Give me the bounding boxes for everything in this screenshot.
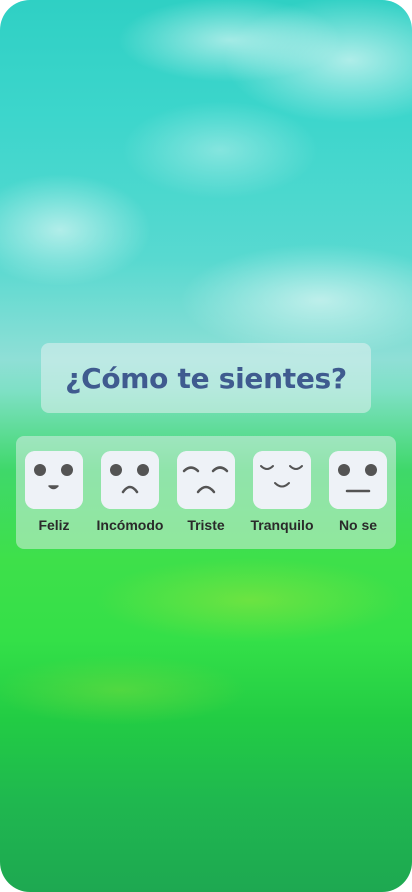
calm-face-icon: [253, 451, 311, 509]
mood-selector: Feliz Incómodo Triste Tranquilo No se: [16, 436, 396, 549]
neutral-face-icon: [329, 451, 387, 509]
mood-label-feliz: Feliz: [38, 517, 70, 533]
mood-screen: ¿Cómo te sientes? Feliz Incómodo Triste …: [0, 0, 412, 892]
mood-option-tranquilo[interactable]: Tranquilo: [246, 451, 318, 533]
mood-label-tranquilo: Tranquilo: [250, 517, 314, 533]
uncomfortable-face-icon: [101, 451, 159, 509]
sad-face-icon: [177, 451, 235, 509]
mood-label-incomodo: Incómodo: [96, 517, 164, 533]
mood-label-no-se: No se: [338, 517, 378, 533]
mood-label-triste: Triste: [187, 517, 225, 533]
mood-option-no-se[interactable]: No se: [322, 451, 394, 533]
mood-option-incomodo[interactable]: Incómodo: [94, 451, 166, 533]
mood-option-triste[interactable]: Triste: [170, 451, 242, 533]
question-card: ¿Cómo te sientes?: [41, 343, 371, 413]
mood-option-feliz[interactable]: Feliz: [18, 451, 90, 533]
question-title: ¿Cómo te sientes?: [65, 361, 347, 395]
happy-face-icon: [25, 451, 83, 509]
